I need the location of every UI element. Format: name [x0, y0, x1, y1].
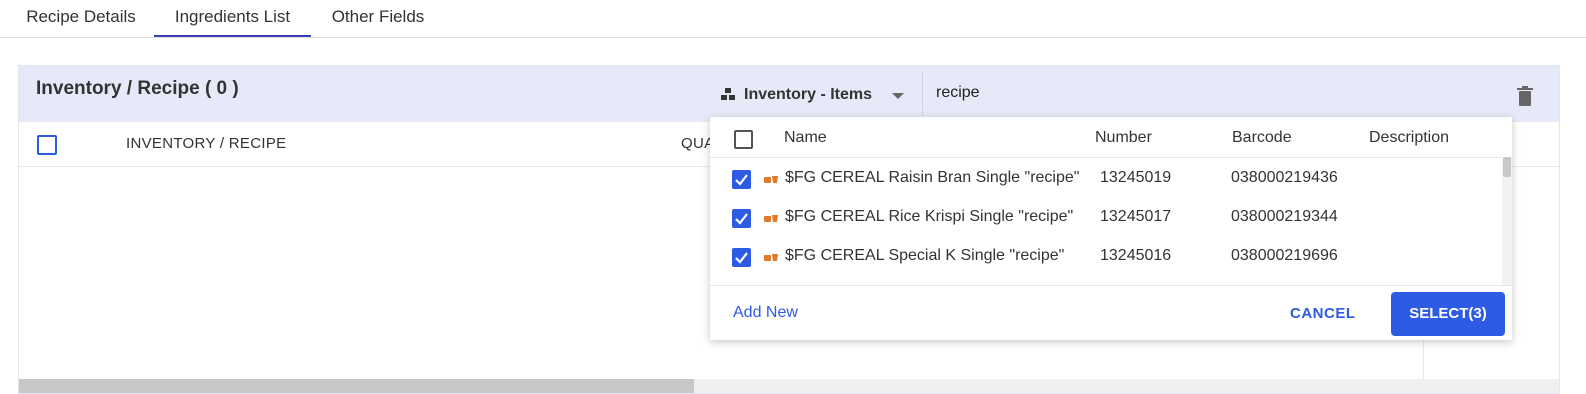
checkmark-icon — [735, 213, 748, 225]
tab-recipe-details[interactable]: Recipe Details — [8, 0, 154, 36]
source-type-label: Inventory - Items — [744, 86, 873, 103]
item-icon — [764, 254, 778, 261]
column-header-description: Description — [1369, 129, 1450, 146]
inventory-items-icon — [721, 88, 735, 100]
item-icon — [764, 215, 778, 222]
row-name: $FG CEREAL Rice Krispi Single "recipe" — [785, 208, 1074, 225]
row-barcode: 038000219696 — [1231, 247, 1338, 264]
search-input[interactable] — [934, 80, 1498, 106]
row-number: 13245017 — [1100, 208, 1172, 225]
row-number: 13245019 — [1100, 169, 1172, 186]
checkmark-icon — [735, 174, 748, 186]
horizontal-scrollbar-thumb[interactable] — [19, 379, 694, 393]
row-barcode: 038000219344 — [1231, 208, 1338, 225]
result-row[interactable]: $FG CEREAL Special K Single "recipe" 132… — [710, 236, 1502, 275]
select-all-checkbox[interactable] — [37, 135, 57, 155]
chevron-down-icon[interactable] — [892, 93, 904, 99]
result-row[interactable]: $FG CEREAL Raisin Bran Single "recipe" 1… — [710, 158, 1502, 197]
results-scrollbar-thumb[interactable] — [1503, 157, 1511, 177]
column-header-barcode: Barcode — [1232, 129, 1292, 146]
trash-icon[interactable] — [1516, 86, 1534, 106]
tab-other-fields[interactable]: Other Fields — [311, 0, 445, 36]
select-button[interactable]: SELECT(3) — [1391, 292, 1505, 336]
panel-title: Inventory / Recipe ( 0 ) — [36, 78, 239, 99]
results-header: Name Number Barcode Description — [710, 117, 1512, 158]
tab-bar: Recipe Details Ingredients List Other Fi… — [0, 0, 1586, 38]
row-name: $FG CEREAL Special K Single "recipe" — [785, 247, 1065, 264]
result-row[interactable]: $FG CEREAL Rice Krispi Single "recipe" 1… — [710, 197, 1502, 236]
row-checkbox[interactable] — [732, 209, 751, 228]
column-header-number: Number — [1095, 129, 1152, 146]
row-number: 13245016 — [1100, 247, 1172, 264]
results-select-all-checkbox[interactable] — [734, 130, 753, 149]
tab-ingredients-list[interactable]: Ingredients List — [154, 0, 311, 37]
search-results-dropdown: Name Number Barcode Description $FG CERE… — [710, 117, 1512, 340]
column-header-inventory-recipe: INVENTORY / RECIPE — [126, 135, 287, 152]
row-barcode: 038000219436 — [1231, 169, 1338, 186]
add-new-link[interactable]: Add New — [733, 304, 798, 322]
row-checkbox[interactable] — [732, 170, 751, 189]
item-icon — [764, 176, 778, 183]
cancel-button[interactable]: CANCEL — [1290, 305, 1356, 322]
column-header-name: Name — [784, 129, 827, 146]
row-checkbox[interactable] — [732, 248, 751, 267]
results-footer: Add New CANCEL SELECT(3) — [710, 285, 1512, 341]
checkmark-icon — [735, 252, 748, 264]
row-name: $FG CEREAL Raisin Bran Single "recipe" — [785, 169, 1080, 186]
